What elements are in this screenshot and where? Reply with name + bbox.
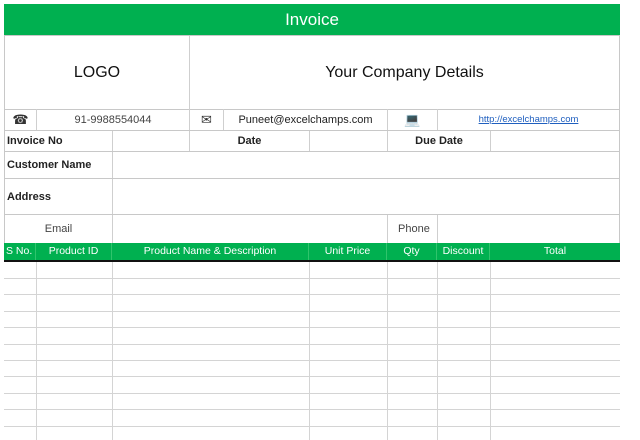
phone-label: Phone <box>388 215 438 243</box>
due-date-input[interactable] <box>491 131 619 151</box>
date-label: Date <box>190 131 310 151</box>
website-cell: http://excelchamps.com <box>438 109 619 130</box>
invoice-title: Invoice <box>4 4 620 35</box>
table-row-line <box>4 393 620 394</box>
col-qty: Qty <box>387 243 437 260</box>
products-table-header: S No. Product ID Product Name & Descript… <box>4 243 620 260</box>
address-label: Address <box>5 179 113 214</box>
table-column-line <box>309 262 310 440</box>
email-label: Email <box>5 215 113 243</box>
customer-row: Customer Name <box>4 151 620 179</box>
col-product-name: Product Name & Description <box>112 243 309 260</box>
table-column-line <box>36 262 37 440</box>
table-row-line <box>4 409 620 410</box>
table-row-line <box>4 278 620 279</box>
company-details-cell: Your Company Details <box>190 36 619 109</box>
laptop-icon: 💻 <box>388 109 438 130</box>
products-table-body <box>4 262 620 440</box>
table-column-line <box>490 262 491 440</box>
company-details: Your Company Details <box>325 63 484 81</box>
table-row-line <box>4 376 620 377</box>
logo: LOGO <box>73 63 121 81</box>
phone-value: 91-9988554044 <box>37 109 190 130</box>
logo-cell: LOGO <box>5 36 190 109</box>
col-product-id: Product ID <box>36 243 112 260</box>
envelope-icon: ✉ <box>190 109 224 130</box>
col-sno: S No. <box>4 243 36 260</box>
invoice-info-row: Invoice No Date Due Date <box>4 130 620 152</box>
phone-icon: ☎ <box>5 109 37 130</box>
col-total: Total <box>543 245 567 257</box>
table-row-line <box>4 327 620 328</box>
invoice-no-input[interactable] <box>113 131 190 151</box>
date-input[interactable] <box>310 131 388 151</box>
invoice-sheet: Invoice LOGO Your Company Details ☎ 91-9… <box>4 4 620 440</box>
table-column-line <box>112 262 113 440</box>
table-row-line <box>4 426 620 427</box>
address-row: Address <box>4 178 620 215</box>
table-column-line <box>387 262 388 440</box>
table-row-line <box>4 311 620 312</box>
invoice-no-label: Invoice No <box>5 131 113 151</box>
due-date-label: Due Date <box>388 131 491 151</box>
email-input[interactable] <box>113 215 388 243</box>
phone-input[interactable] <box>438 215 619 243</box>
email-value: Puneet@excelchamps.com <box>224 109 388 130</box>
customer-name-label: Customer Name <box>5 152 113 178</box>
col-unit-price: Unit Price <box>309 243 387 260</box>
contact-row: ☎ 91-9988554044 ✉ Puneet@excelchamps.com… <box>4 109 620 131</box>
header-section: LOGO Your Company Details <box>4 35 620 110</box>
col-discount: Discount <box>437 243 490 260</box>
customer-name-input[interactable] <box>113 152 619 178</box>
table-row-line <box>4 360 620 361</box>
table-row-line <box>4 344 620 345</box>
table-row-line <box>4 294 620 295</box>
website-link[interactable]: http://excelchamps.com <box>479 114 579 125</box>
table-column-line <box>437 262 438 440</box>
email-phone-row: Email Phone <box>4 214 620 244</box>
address-input[interactable] <box>113 179 619 214</box>
